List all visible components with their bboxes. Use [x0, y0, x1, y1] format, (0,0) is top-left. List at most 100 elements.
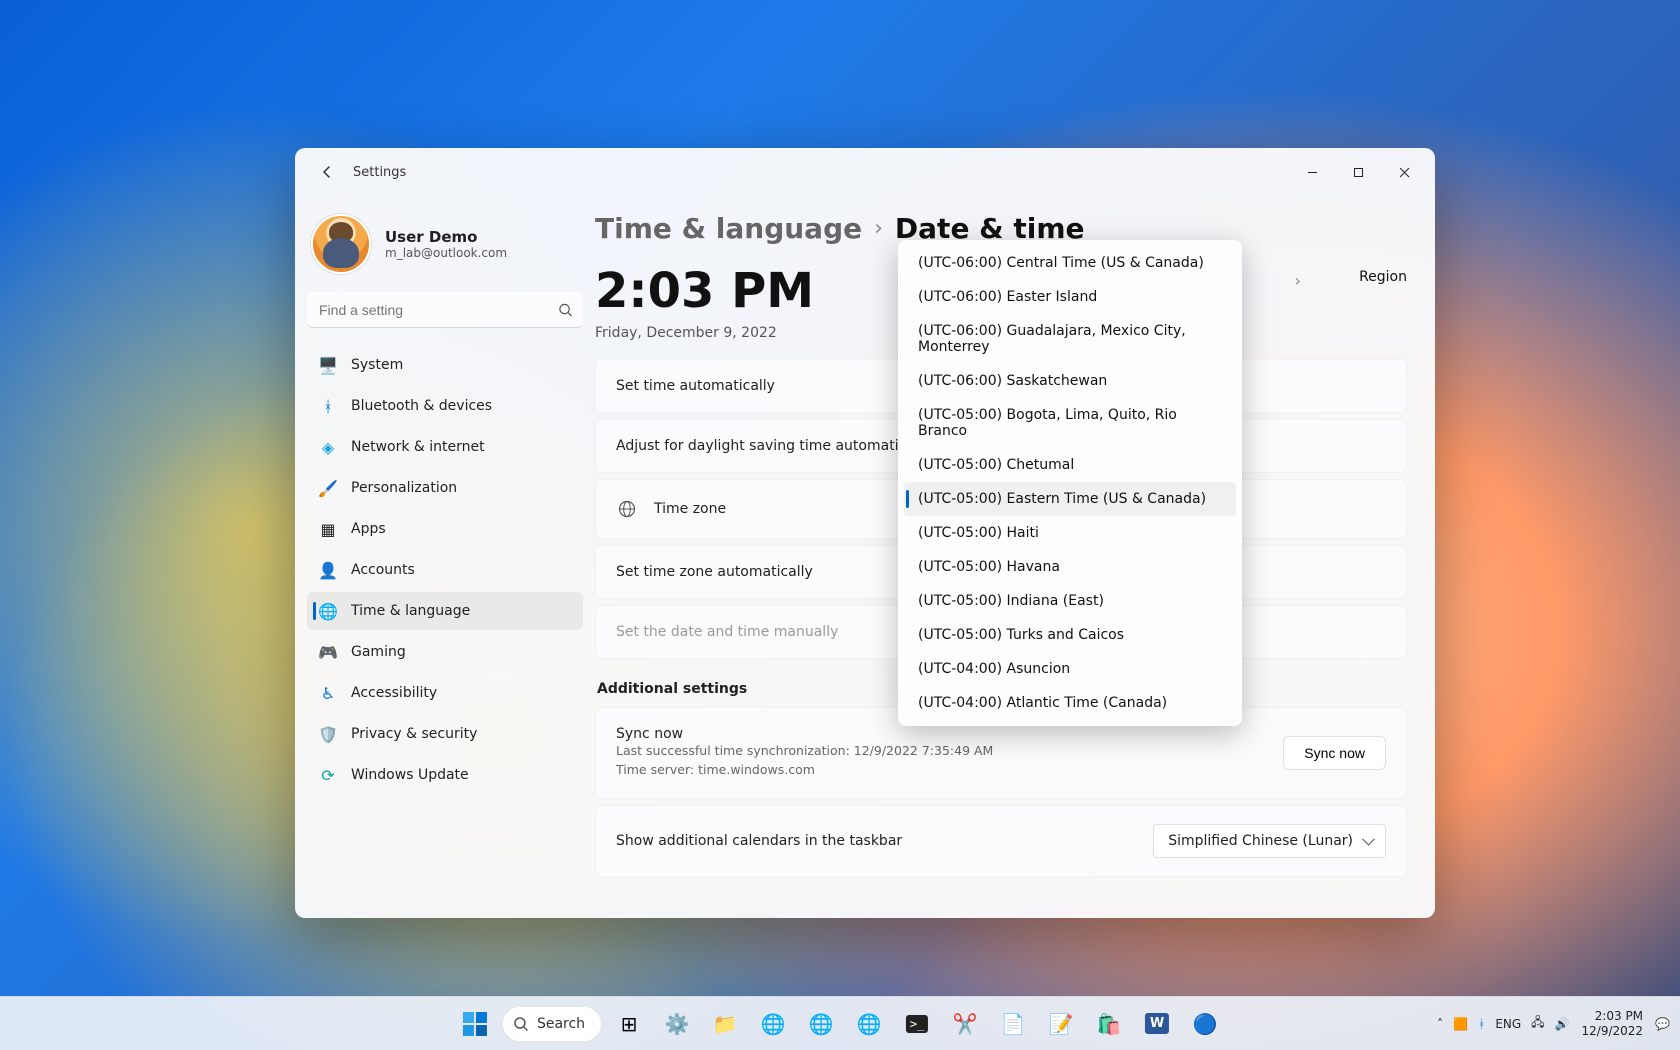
back-button[interactable] — [311, 156, 343, 188]
taskbar-search[interactable]: Search — [502, 1006, 602, 1042]
tray-security-icon[interactable]: 🟧 — [1453, 1017, 1468, 1031]
task-view-button[interactable]: ⊞ — [608, 1003, 650, 1045]
timezone-option[interactable]: (UTC-05:00) Indiana (East) — [904, 584, 1236, 618]
timezone-option[interactable]: (UTC-05:00) Haiti — [904, 516, 1236, 550]
current-date: Friday, December 9, 2022 — [595, 325, 814, 341]
profile-name: User Demo — [385, 228, 507, 246]
calendar-select[interactable]: Simplified Chinese (Lunar) — [1153, 824, 1386, 858]
notepad-icon: 📄 — [1001, 1012, 1026, 1036]
tray-bluetooth-icon[interactable]: ᚼ — [1478, 1017, 1485, 1031]
sidebar-item-gaming[interactable]: 🎮Gaming — [307, 633, 583, 671]
explorer-button[interactable]: 📁 — [704, 1003, 746, 1045]
timezone-option[interactable]: (UTC-05:00) Turks and Caicos — [904, 618, 1236, 652]
timezone-option[interactable]: (UTC-05:00) Havana — [904, 550, 1236, 584]
sidebar-item-network[interactable]: ◈Network & internet — [307, 428, 583, 466]
sidebar-item-label: Network & internet — [351, 439, 485, 455]
word-icon: W — [1145, 1013, 1169, 1034]
search-icon — [558, 303, 573, 318]
sidebar-item-label: Accessibility — [351, 685, 437, 701]
sync-now-button[interactable]: Sync now — [1283, 736, 1386, 770]
region-summary[interactable]: Region — [1359, 267, 1407, 285]
timezone-option[interactable]: (UTC-05:00) Chetumal — [904, 448, 1236, 482]
timezone-dropdown[interactable]: (UTC-06:00) Central Time (US & Canada)(U… — [898, 240, 1242, 726]
sync-sub2: Time server: time.windows.com — [616, 761, 993, 780]
edge-button[interactable]: 🌐 — [752, 1003, 794, 1045]
sidebar-item-privacy[interactable]: 🛡️Privacy & security — [307, 715, 583, 753]
sidebar-item-accounts[interactable]: 👤 Accounts — [307, 551, 583, 589]
row-label: Set time automatically — [616, 378, 775, 394]
timezone-option[interactable]: (UTC-05:00) Eastern Time (US & Canada) — [904, 482, 1236, 516]
timezone-option[interactable]: (UTC-04:00) Atlantic Time (Canada) — [904, 686, 1236, 720]
search-input[interactable] — [307, 292, 583, 328]
tray-chevron-up-icon[interactable]: ˄ — [1437, 1017, 1443, 1031]
minimize-button[interactable] — [1289, 156, 1335, 188]
sidebar-item-label: Accounts — [351, 562, 415, 578]
store-icon: 🛍️ — [1097, 1012, 1122, 1036]
breadcrumb-parent[interactable]: Time & language — [595, 212, 862, 245]
edge-icon: 🌐 — [761, 1012, 786, 1036]
gamepad-icon: 🎮 — [319, 643, 337, 661]
sidebar-item-windows-update[interactable]: ⟳Windows Update — [307, 756, 583, 794]
sidebar-item-label: Privacy & security — [351, 726, 477, 742]
sidebar-item-label: Bluetooth & devices — [351, 398, 492, 414]
tray-volume-icon[interactable]: 🔊 — [1555, 1017, 1570, 1031]
search-label: Search — [537, 1016, 585, 1032]
chrome-button[interactable]: 🔵 — [1184, 1003, 1226, 1045]
taskbar: Search ⊞ ⚙️ 📁 🌐 🌐 🌐 >_ ✂️ 📄 📝 🛍️ W 🔵 ˄ 🟧… — [0, 996, 1680, 1050]
snip-icon: ✂️ — [953, 1012, 978, 1036]
display-icon: 🖥️ — [319, 356, 337, 374]
globe-icon — [616, 498, 638, 520]
task-view-icon: ⊞ — [621, 1012, 638, 1036]
person-icon: 👤 — [319, 561, 337, 579]
chevron-right-icon: › — [874, 216, 883, 241]
chrome-icon: 🔵 — [1193, 1012, 1218, 1036]
sidebar-item-system[interactable]: 🖥️System — [307, 346, 583, 384]
folder-icon: 📁 — [713, 1012, 738, 1036]
timezone-option[interactable]: (UTC-04:00) Asuncion — [904, 652, 1236, 686]
row-label: Time zone — [654, 501, 726, 517]
sidebar-item-bluetooth[interactable]: ᚼ Bluetooth & devices — [307, 387, 583, 425]
timezone-option[interactable]: (UTC-06:00) Guadalajara, Mexico City, Mo… — [904, 314, 1236, 364]
current-time: 2:03 PM — [595, 267, 814, 315]
close-button[interactable] — [1381, 156, 1427, 188]
settings-app-button[interactable]: ⚙️ — [656, 1003, 698, 1045]
sidebar-item-accessibility[interactable]: ♿Accessibility — [307, 674, 583, 712]
sidebar-item-apps[interactable]: ▦Apps — [307, 510, 583, 548]
minimize-icon — [1307, 167, 1318, 178]
profile-email: m_lab@outlook.com — [385, 246, 507, 260]
timezone-option[interactable]: (UTC-06:00) Easter Island — [904, 280, 1236, 314]
windows-icon — [463, 1012, 487, 1036]
edge-dev-button[interactable]: 🌐 — [848, 1003, 890, 1045]
bluetooth-icon: ᚼ — [319, 397, 337, 415]
timezone-option[interactable]: (UTC-05:00) Bogota, Lima, Quito, Rio Bra… — [904, 398, 1236, 448]
sidebar-item-personalization[interactable]: 🖌️Personalization — [307, 469, 583, 507]
sync-sub1: Last successful time synchronization: 12… — [616, 742, 993, 761]
timezone-option[interactable]: (UTC-06:00) Saskatchewan — [904, 364, 1236, 398]
timezone-option[interactable]: (UTC-06:00) Central Time (US & Canada) — [904, 246, 1236, 280]
store-button[interactable]: 🛍️ — [1088, 1003, 1130, 1045]
taskbar-date: 12/9/2022 — [1582, 1024, 1644, 1039]
terminal-button[interactable]: >_ — [896, 1003, 938, 1045]
notifications-icon[interactable]: 💬 — [1655, 1017, 1670, 1031]
maximize-button[interactable] — [1335, 156, 1381, 188]
snip-button[interactable]: ✂️ — [944, 1003, 986, 1045]
profile-block[interactable]: User Demo m_lab@outlook.com — [307, 202, 583, 292]
select-value: Simplified Chinese (Lunar) — [1168, 833, 1353, 849]
notepad2-button[interactable]: 📝 — [1040, 1003, 1082, 1045]
tray-language[interactable]: ENG — [1495, 1017, 1521, 1031]
chevron-right-icon: › — [1295, 271, 1301, 290]
taskbar-clock[interactable]: 2:03 PM 12/9/2022 — [1582, 1009, 1644, 1039]
tray-network-icon[interactable]: 🖧 — [1531, 1013, 1544, 1034]
notepad-button[interactable]: 📄 — [992, 1003, 1034, 1045]
edge-beta-button[interactable]: 🌐 — [800, 1003, 842, 1045]
sidebar: User Demo m_lab@outlook.com 🖥️System ᚼ Bl… — [295, 196, 595, 918]
window-title: Settings — [353, 165, 406, 180]
row-label: Adjust for daylight saving time automati… — [616, 438, 931, 454]
start-button[interactable] — [454, 1003, 496, 1045]
close-icon — [1399, 167, 1410, 178]
sidebar-item-time-language[interactable]: 🌐Time & language — [307, 592, 583, 630]
notepad-icon: 📝 — [1049, 1012, 1074, 1036]
globe-clock-icon: 🌐 — [319, 602, 337, 620]
word-button[interactable]: W — [1136, 1003, 1178, 1045]
row-label: Set the date and time manually — [616, 624, 838, 640]
